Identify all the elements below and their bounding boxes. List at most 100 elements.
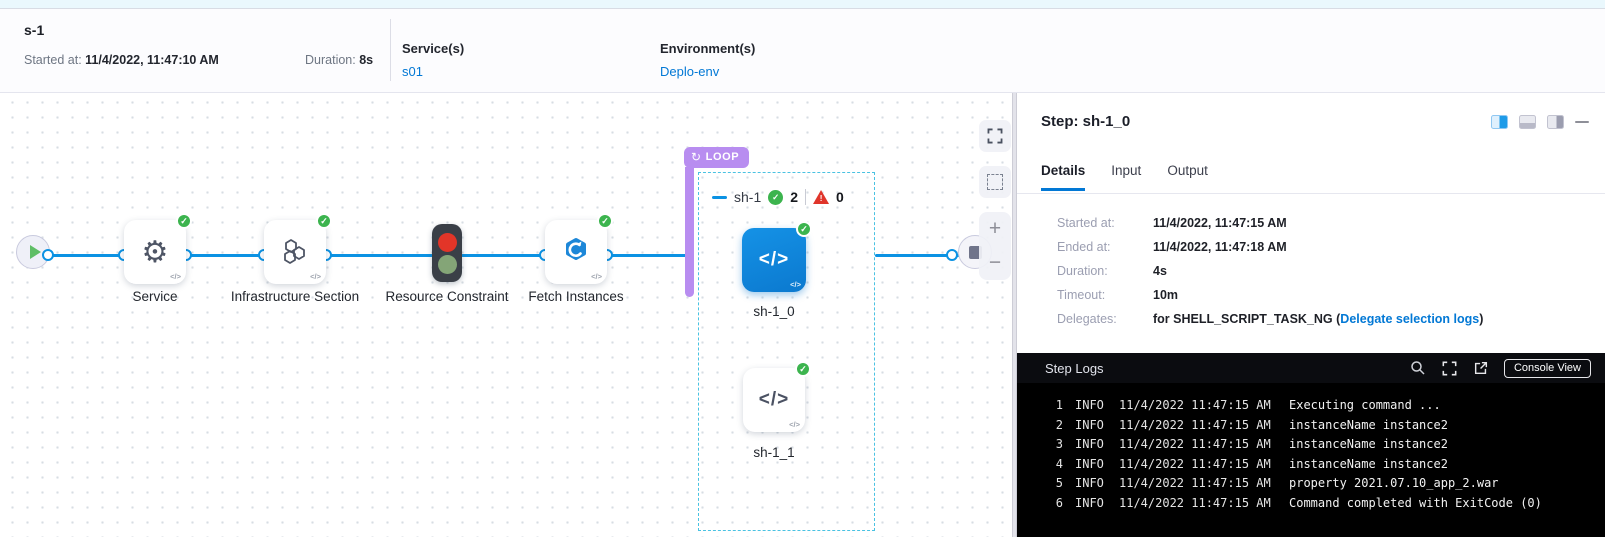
main-split: Service Infrastructure Section Resource … <box>0 93 1605 537</box>
duration-label: Duration: <box>305 53 356 67</box>
log-line: 2 INFO 11/4/2022 11:47:15 AM instanceNam… <box>1017 416 1605 436</box>
node-fetch-instances[interactable] <box>545 220 607 284</box>
node-service-label: Service <box>80 288 230 306</box>
open-in-new-icon[interactable] <box>1473 360 1489 376</box>
log-level: INFO <box>1075 396 1119 416</box>
panel-layout-controls <box>1491 115 1589 129</box>
edge-constraint-fetch <box>461 254 547 257</box>
step-logs-console[interactable]: 1 INFO 11/4/2022 11:47:15 AM Executing c… <box>1017 383 1605 537</box>
detail-label: Ended at: <box>1057 240 1153 254</box>
log-line-number: 1 <box>1051 396 1063 416</box>
port-end-in <box>946 249 958 261</box>
header-divider <box>390 19 391 81</box>
collapse-group-button[interactable] <box>712 196 727 199</box>
edge-start-service <box>48 254 126 257</box>
success-check-icon <box>176 213 192 229</box>
log-timestamp: 11/4/2022 11:47:15 AM <box>1119 494 1289 514</box>
log-line-number: 4 <box>1051 455 1063 475</box>
search-icon[interactable] <box>1410 360 1426 376</box>
expand-logs-icon[interactable] <box>1441 360 1458 377</box>
log-timestamp: 11/4/2022 11:47:15 AM <box>1119 396 1289 416</box>
success-check-icon <box>795 361 811 377</box>
shell-script-icon <box>759 389 789 411</box>
top-accent-strip <box>0 0 1605 9</box>
success-count-icon <box>768 190 783 205</box>
zoom-in-button[interactable]: + <box>979 212 1011 246</box>
detail-row-ended: Ended at: 11/4/2022, 11:47:18 AM <box>1057 235 1483 259</box>
delegate-selection-logs-link[interactable]: Delegate selection logs <box>1340 312 1479 326</box>
fit-to-screen-button[interactable] <box>979 120 1011 152</box>
log-line: 6 INFO 11/4/2022 11:47:15 AM Command com… <box>1017 494 1605 514</box>
tabs-rule <box>1017 193 1605 194</box>
log-level: INFO <box>1075 416 1119 436</box>
node-resource-constraint[interactable] <box>432 224 462 282</box>
detail-row-started: Started at: 11/4/2022, 11:47:15 AM <box>1057 211 1483 235</box>
edge-infra-constraint <box>326 254 433 257</box>
duration-row: Duration: 8s <box>305 53 373 67</box>
detail-value: 11/4/2022, 11:47:18 AM <box>1153 240 1287 254</box>
code-mini-icon <box>591 272 602 281</box>
step-details-list: Started at: 11/4/2022, 11:47:15 AM Ended… <box>1057 211 1483 331</box>
loop-group-name: sh-1 <box>734 189 761 205</box>
node-fetch-instances-label: Fetch Instances <box>501 288 651 306</box>
node-resource-constraint-label: Resource Constraint <box>372 288 522 306</box>
execution-header: s-1 Started at: 11/4/2022, 11:47:10 AM D… <box>0 9 1605 93</box>
detail-value: 11/4/2022, 11:47:15 AM <box>1153 216 1287 230</box>
red-light-icon <box>438 233 457 252</box>
detail-label: Timeout: <box>1057 288 1153 302</box>
step-logs-actions: Console View <box>1410 359 1591 378</box>
log-message: Executing command ... <box>1289 396 1441 416</box>
loop-badge[interactable]: LOOP <box>684 147 749 168</box>
node-sh-1-0[interactable] <box>742 228 806 292</box>
detail-row-delegates: Delegates: for SHELL_SCRIPT_TASK_NG (Del… <box>1057 307 1483 331</box>
tab-input[interactable]: Input <box>1111 163 1141 191</box>
layout-split-right-icon[interactable] <box>1491 115 1508 129</box>
log-line: 4 INFO 11/4/2022 11:47:15 AM instanceNam… <box>1017 455 1605 475</box>
elastigroup-icon <box>559 235 593 269</box>
node-sh-1-1-label: sh-1_1 <box>699 444 849 462</box>
marquee-select-button[interactable] <box>979 166 1011 198</box>
services-label: Service(s) <box>402 41 464 56</box>
failure-count: 0 <box>836 189 844 205</box>
log-level: INFO <box>1075 474 1119 494</box>
step-panel-title: Step: sh-1_0 <box>1041 113 1130 130</box>
service-link[interactable]: s01 <box>402 64 423 79</box>
log-message: instanceName instance2 <box>1289 416 1448 436</box>
log-level: INFO <box>1075 435 1119 455</box>
selection-box-icon <box>987 174 1003 190</box>
pipeline-canvas[interactable]: Service Infrastructure Section Resource … <box>0 93 1012 537</box>
console-view-button[interactable]: Console View <box>1504 359 1591 378</box>
loop-icon <box>691 150 702 164</box>
loop-group-outline <box>698 172 875 531</box>
loop-badge-label: LOOP <box>706 151 740 163</box>
step-tabs: Details Input Output <box>1041 163 1208 191</box>
minimize-panel-icon[interactable] <box>1575 121 1589 124</box>
node-service[interactable] <box>124 220 186 284</box>
detail-value: for SHELL_SCRIPT_TASK_NG (Delegate selec… <box>1153 312 1483 326</box>
environments-label: Environment(s) <box>660 41 755 56</box>
environment-link[interactable]: Deplo-env <box>660 64 719 79</box>
node-infrastructure[interactable] <box>264 220 326 284</box>
success-count: 2 <box>790 189 798 205</box>
hexagons-icon <box>278 235 312 269</box>
zoom-out-button[interactable]: − <box>979 246 1011 280</box>
log-message: property 2021.07.10_app_2.war <box>1289 474 1499 494</box>
layout-right-icon[interactable] <box>1547 115 1564 129</box>
log-timestamp: 11/4/2022 11:47:15 AM <box>1119 416 1289 436</box>
log-line-number: 5 <box>1051 474 1063 494</box>
edge-fetch-loop <box>607 254 687 257</box>
tab-output[interactable]: Output <box>1167 163 1208 191</box>
play-icon <box>30 245 41 259</box>
green-light-icon <box>438 255 457 274</box>
tab-details[interactable]: Details <box>1041 163 1085 191</box>
success-check-icon <box>796 221 812 237</box>
step-logs-header: Step Logs Console View <box>1017 353 1605 383</box>
detail-value: 10m <box>1153 288 1178 302</box>
code-mini-icon <box>170 272 181 281</box>
node-sh-1-1[interactable] <box>743 368 805 432</box>
pipeline-name: s-1 <box>24 22 44 38</box>
layout-bottom-icon[interactable] <box>1519 115 1536 129</box>
duration-value: 8s <box>359 53 373 67</box>
delegates-text: for SHELL_SCRIPT_TASK_NG ( <box>1153 312 1340 326</box>
step-logs-title: Step Logs <box>1045 361 1410 376</box>
